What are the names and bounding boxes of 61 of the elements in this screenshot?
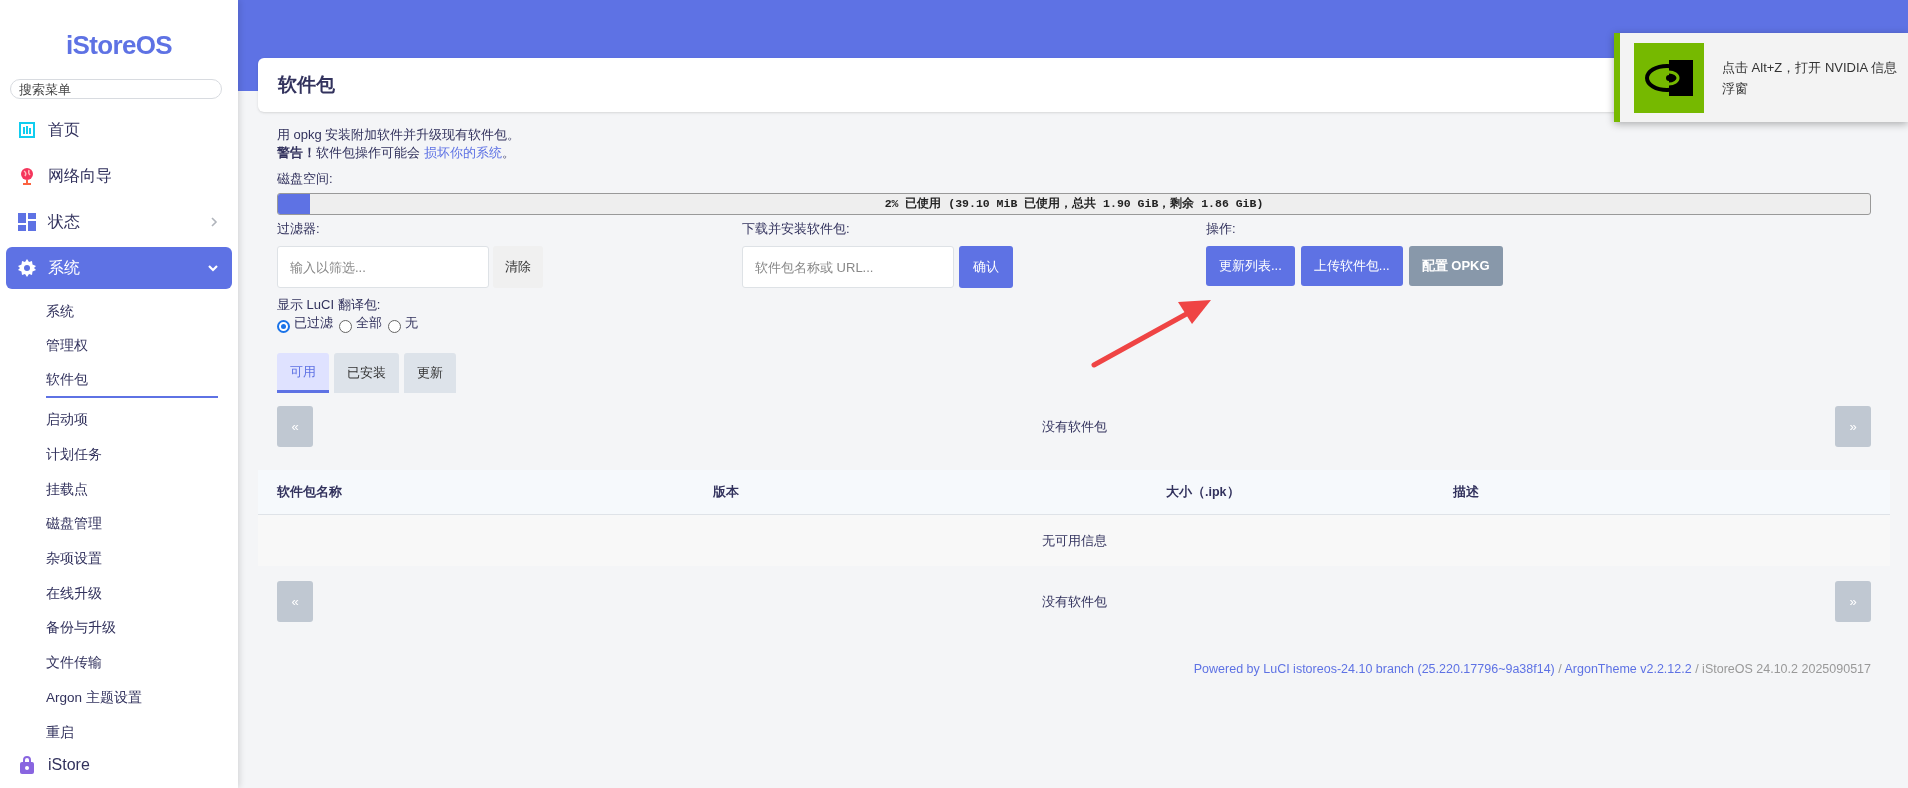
settings-icon <box>18 259 36 278</box>
link[interactable]: 损坏你的系统 <box>423 145 502 160</box>
menu-item[interactable]: 首页 <box>6 109 232 152</box>
grid-icon <box>18 213 36 232</box>
chevron-right-icon <box>211 217 218 228</box>
notification-text: 点击 Alt+Z，打开 NVIDIA 信息浮窗 <box>1722 58 1899 98</box>
submenu-item[interactable]: 在线升级 <box>46 576 218 612</box>
submenu-item[interactable]: 启动项 <box>46 403 218 438</box>
shopping-bag-icon <box>18 756 36 774</box>
submenu-item[interactable]: 挂载点 <box>46 472 218 508</box>
column-header: 版本 <box>713 483 740 501</box>
confirm-button[interactable]: 确认 <box>959 246 1013 288</box>
tab[interactable]: 更新 <box>404 353 456 393</box>
menu-item[interactable]: 系统 <box>6 247 232 290</box>
submenu-item[interactable]: 管理权 <box>46 329 218 364</box>
radio-button[interactable] <box>339 320 352 333</box>
radio-label: 已过滤 <box>294 314 333 332</box>
menu-item[interactable]: 状态 <box>6 201 232 244</box>
pager-text: 没有软件包 <box>1040 417 1108 436</box>
package-url-field[interactable]: 软件包名称或 URL... <box>742 246 954 288</box>
field-label: 显示 LuCI 翻译包: <box>277 296 382 314</box>
chevron-down-icon <box>208 264 218 272</box>
footer-link[interactable]: ArgonTheme v2.2.12.2 <box>1564 662 1692 676</box>
clear-button[interactable]: 清除 <box>493 246 543 288</box>
submenu-item[interactable]: 系统 <box>46 294 218 330</box>
radio-label: 全部 <box>356 314 382 332</box>
submenu-item[interactable]: 备份与升级 <box>46 611 218 646</box>
column-header: 描述 <box>1453 483 1480 501</box>
field-label: 过滤器: <box>277 220 321 238</box>
action-button[interactable]: 更新列表... <box>1206 246 1295 286</box>
column-header: 大小（.ipk） <box>1166 483 1241 501</box>
logo: iStoreOS <box>64 29 174 62</box>
pager-text: 没有软件包 <box>1040 592 1108 611</box>
eye-logo-icon <box>1634 42 1704 113</box>
field-label: 下载并安装软件包: <box>742 220 851 238</box>
column-header: 软件包名称 <box>277 483 343 501</box>
submenu-item[interactable]: 杂项设置 <box>46 541 218 577</box>
filter-field[interactable]: 输入以筛选... <box>277 246 489 288</box>
footer-text: Powered by LuCI istoreos-24.10 branch (25.220.17796~9a38f14) / ArgonTheme v2.2.12.2 / iStoreOS 24.10.2 2025090517 <box>1192 661 1871 678</box>
tab[interactable]: 已安装 <box>334 353 399 393</box>
submenu-item[interactable]: 磁盘管理 <box>46 507 218 542</box>
menu-item[interactable]: 网络向导 <box>6 155 232 198</box>
description-text: 用 opkg 安装附加软件并升级现有软件包。 <box>277 126 522 144</box>
submenu-item[interactable]: 软件包 <box>46 363 218 399</box>
search-field[interactable]: 搜索菜单 <box>10 79 222 100</box>
empty-message: 无可用信息 <box>1041 531 1107 550</box>
globe-icon <box>18 167 36 186</box>
submenu-item[interactable]: 文件传输 <box>46 645 218 681</box>
submenu-item[interactable]: Argon 主题设置 <box>46 680 218 716</box>
radio-button[interactable] <box>277 320 290 333</box>
field-label: 磁盘空间: <box>277 170 334 188</box>
submenu-item[interactable]: 计划任务 <box>46 437 218 473</box>
radio-button[interactable] <box>388 320 401 333</box>
field-label: 操作: <box>1206 220 1237 238</box>
radio-label: 无 <box>405 314 418 332</box>
dashboard-icon <box>18 122 36 139</box>
action-button[interactable]: 上传软件包... <box>1300 246 1403 286</box>
warning-text: 警告！软件包操作可能会 损坏你的系统。 <box>277 144 516 162</box>
usage-text: 2% 已使用 (39.10 MiB 已使用，总共 1.90 GiB，剩余 1.86 GiB) <box>884 196 1264 213</box>
footer-link[interactable]: Powered by LuCI istoreos-24.10 branch (25.220.17796~9a38f14) <box>1193 662 1555 676</box>
page-title: 软件包 <box>278 72 335 97</box>
